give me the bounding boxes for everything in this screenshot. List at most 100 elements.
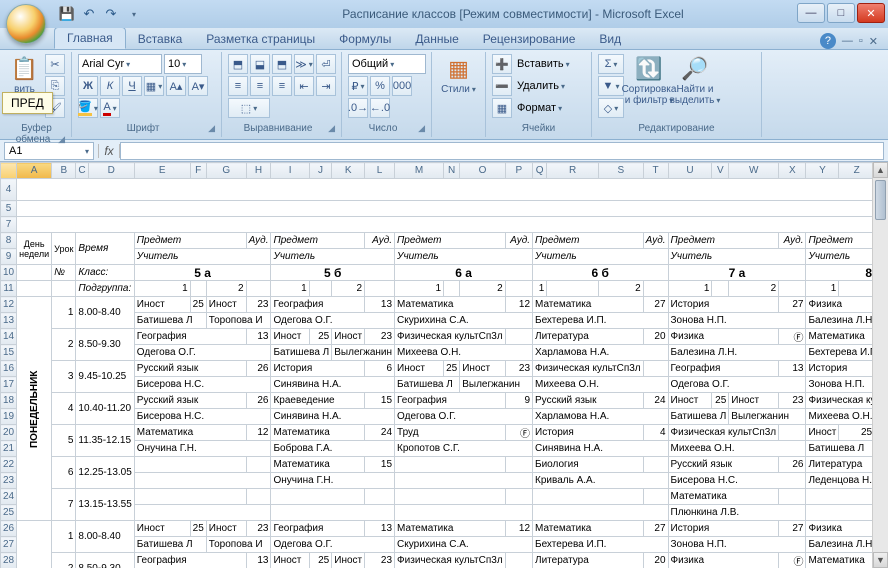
scroll-up-icon[interactable]: ▲ [873, 162, 888, 178]
row-header-21[interactable]: 21 [1, 441, 17, 457]
col-header-N[interactable]: N [444, 163, 460, 179]
row-header-18[interactable]: 18 [1, 393, 17, 409]
row-header-10[interactable]: 10 [1, 265, 17, 281]
tab-review[interactable]: Рецензирование [471, 29, 588, 49]
row-header-27[interactable]: 27 [1, 537, 17, 553]
row-header-8[interactable]: 8 [1, 233, 17, 249]
row-header-9[interactable]: 9 [1, 249, 17, 265]
col-header-X[interactable]: X [779, 163, 806, 179]
col-header-B[interactable]: B [52, 163, 76, 179]
row-header-13[interactable]: 13 [1, 313, 17, 329]
find-select-button[interactable]: 🔎 Найти и выделить [674, 54, 716, 108]
autosum-button[interactable]: Σ [598, 54, 624, 74]
minimize-ribbon-icon[interactable]: — [842, 35, 853, 47]
fx-button[interactable]: fx [98, 144, 120, 158]
font-dialog-icon[interactable]: ◢ [208, 123, 215, 134]
cut-button[interactable]: ✂ [45, 54, 65, 74]
col-header-Z[interactable]: Z [839, 163, 875, 179]
row-header-16[interactable]: 16 [1, 361, 17, 377]
row-header-24[interactable]: 24 [1, 489, 17, 505]
row-header-4[interactable]: 4 [1, 179, 17, 201]
col-header-W[interactable]: W [729, 163, 779, 179]
shrink-font-button[interactable]: A▾ [188, 76, 208, 96]
col-header-C[interactable]: C [76, 163, 88, 179]
col-header-P[interactable]: P [505, 163, 532, 179]
undo-icon[interactable]: ↶ [80, 5, 98, 23]
percent-button[interactable]: % [370, 76, 390, 96]
col-header-S[interactable]: S [598, 163, 643, 179]
worksheet-grid[interactable]: ABCDEFGHIJKLMNOPQRSTUVWXYZAAABACADAEAFAG… [0, 162, 888, 568]
select-all-cell[interactable] [1, 163, 17, 179]
orientation-button[interactable]: ≫ [294, 54, 314, 74]
formula-input[interactable] [120, 142, 884, 160]
row-header-7[interactable]: 7 [1, 217, 17, 233]
sort-filter-button[interactable]: 🔃 Сортировка и фильтр [628, 54, 670, 108]
border-button[interactable]: ▦ [144, 76, 164, 96]
row-header-14[interactable]: 14 [1, 329, 17, 345]
office-button[interactable] [6, 4, 46, 44]
scroll-down-icon[interactable]: ▼ [873, 552, 888, 568]
col-header-A[interactable]: A [17, 163, 52, 179]
clear-button[interactable]: ◇ [598, 98, 624, 118]
decrease-indent-button[interactable]: ⇤ [294, 76, 314, 96]
qat-customize-icon[interactable] [124, 5, 142, 23]
tab-pagelayout[interactable]: Разметка страницы [194, 29, 327, 49]
row-header-22[interactable]: 22 [1, 457, 17, 473]
col-header-U[interactable]: U [668, 163, 712, 179]
maximize-button[interactable]: □ [827, 3, 855, 23]
align-right-button[interactable]: ≡ [272, 76, 292, 96]
row-header-23[interactable]: 23 [1, 473, 17, 489]
tab-data[interactable]: Данные [403, 29, 470, 49]
tab-home[interactable]: Главная [54, 27, 126, 49]
row-header-11[interactable]: 11 [1, 281, 17, 297]
row-header-12[interactable]: 12 [1, 297, 17, 313]
row-header-20[interactable]: 20 [1, 425, 17, 441]
fill-button[interactable]: ▼ [598, 76, 624, 96]
alignment-dialog-icon[interactable]: ◢ [328, 123, 335, 134]
col-header-H[interactable]: H [246, 163, 271, 179]
save-icon[interactable]: 💾 [58, 5, 76, 23]
align-top-button[interactable]: ⬒ [228, 54, 248, 74]
col-header-J[interactable]: J [309, 163, 332, 179]
grow-font-button[interactable]: A▴ [166, 76, 186, 96]
col-header-L[interactable]: L [365, 163, 395, 179]
col-header-T[interactable]: T [643, 163, 668, 179]
help-icon[interactable]: ? [820, 33, 836, 49]
number-format-combo[interactable]: Общий [348, 54, 426, 74]
row-header-26[interactable]: 26 [1, 521, 17, 537]
col-header-Q[interactable]: Q [533, 163, 547, 179]
row-header-19[interactable]: 19 [1, 409, 17, 425]
paste-button[interactable]: 📋 вить [8, 54, 41, 97]
col-header-I[interactable]: I [271, 163, 309, 179]
font-size-combo[interactable]: 10 [164, 54, 202, 74]
tab-insert[interactable]: Вставка [126, 29, 195, 49]
font-name-combo[interactable]: Arial Cyr [78, 54, 162, 74]
row-header-25[interactable]: 25 [1, 505, 17, 521]
scroll-thumb[interactable] [875, 180, 886, 220]
close-doc-icon[interactable]: ✕ [869, 35, 878, 48]
italic-button[interactable]: К [100, 76, 120, 96]
increase-indent-button[interactable]: ⇥ [316, 76, 336, 96]
col-header-K[interactable]: K [332, 163, 365, 179]
clipboard-dialog-icon[interactable]: ◢ [58, 134, 65, 145]
vertical-scrollbar[interactable]: ▲ ▼ [872, 162, 888, 568]
col-header-G[interactable]: G [206, 163, 246, 179]
col-header-F[interactable]: F [190, 163, 206, 179]
tab-view[interactable]: Вид [587, 29, 633, 49]
merge-button[interactable]: ⬚ [228, 98, 270, 118]
decrease-decimal-button[interactable]: ←.0 [370, 98, 390, 118]
font-color-button[interactable]: A [100, 98, 120, 118]
align-bottom-button[interactable]: ⬒ [272, 54, 292, 74]
bold-button[interactable]: Ж [78, 76, 98, 96]
namebox-dropdown-icon[interactable] [83, 145, 89, 157]
align-left-button[interactable]: ≡ [228, 76, 248, 96]
underline-button[interactable]: Ч [122, 76, 142, 96]
col-header-D[interactable]: D [88, 163, 134, 179]
row-header-17[interactable]: 17 [1, 377, 17, 393]
col-header-Y[interactable]: Y [806, 163, 839, 179]
col-header-E[interactable]: E [134, 163, 190, 179]
increase-decimal-button[interactable]: .0→ [348, 98, 368, 118]
row-header-5[interactable]: 5 [1, 201, 17, 217]
delete-cells-button[interactable]: Удалить [514, 76, 568, 96]
tab-formulas[interactable]: Формулы [327, 29, 403, 49]
